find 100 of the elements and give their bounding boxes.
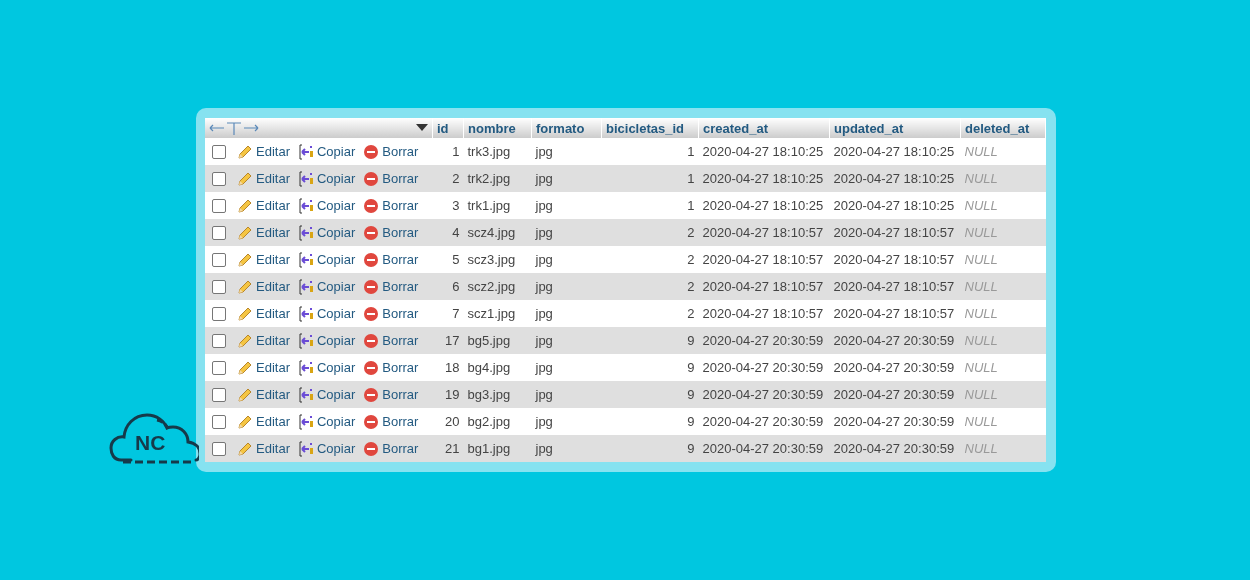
column-header[interactable]: formato bbox=[531, 118, 602, 138]
delete-link[interactable]: Borrar bbox=[363, 305, 419, 322]
delete-icon bbox=[363, 143, 380, 160]
table-cell: bg1.jpg bbox=[463, 435, 532, 462]
edit-link[interactable]: Editar bbox=[237, 305, 290, 322]
table-cell: bg2.jpg bbox=[463, 408, 532, 435]
table-cell: 2020-04-27 18:10:25 bbox=[698, 192, 830, 219]
row-checkbox[interactable] bbox=[212, 199, 226, 214]
insert-arrow-icon bbox=[297, 197, 314, 214]
copy-link[interactable]: Copiar bbox=[297, 413, 356, 430]
delete-link[interactable]: Borrar bbox=[363, 413, 419, 430]
table-cell: scz4.jpg bbox=[463, 219, 532, 246]
table-cell: 2 bbox=[432, 165, 464, 192]
row-checkbox[interactable] bbox=[212, 415, 226, 430]
table-cell: NULL bbox=[960, 408, 1046, 435]
delete-link[interactable]: Borrar bbox=[363, 143, 419, 160]
table-cell: 1 bbox=[601, 165, 699, 192]
delete-link[interactable]: Borrar bbox=[363, 251, 419, 268]
table-cell: scz1.jpg bbox=[463, 300, 532, 327]
column-header[interactable]: updated_at bbox=[829, 118, 961, 138]
delete-icon bbox=[363, 251, 380, 268]
delete-icon bbox=[363, 197, 380, 214]
column-header[interactable]: id bbox=[432, 118, 464, 138]
delete-link[interactable]: Borrar bbox=[363, 224, 419, 241]
copy-link[interactable]: Copiar bbox=[297, 197, 356, 214]
edit-link[interactable]: Editar bbox=[237, 224, 290, 241]
delete-link[interactable]: Borrar bbox=[363, 278, 419, 295]
row-checkbox[interactable] bbox=[212, 145, 226, 160]
table-cell: 1 bbox=[601, 138, 699, 165]
table-cell: jpg bbox=[531, 246, 602, 273]
insert-arrow-icon bbox=[297, 440, 314, 457]
row-checkbox[interactable] bbox=[212, 442, 226, 457]
copy-link[interactable]: Copiar bbox=[297, 440, 356, 457]
delete-link[interactable]: Borrar bbox=[363, 170, 419, 187]
row-checkbox[interactable] bbox=[212, 334, 226, 349]
row-checkbox[interactable] bbox=[212, 253, 226, 268]
edit-link[interactable]: Editar bbox=[237, 251, 290, 268]
copy-link[interactable]: Copiar bbox=[297, 359, 356, 376]
edit-link[interactable]: Editar bbox=[237, 170, 290, 187]
copy-link[interactable]: Copiar bbox=[297, 170, 356, 187]
table-cell: NULL bbox=[960, 273, 1046, 300]
insert-arrow-icon bbox=[297, 386, 314, 403]
delete-link[interactable]: Borrar bbox=[363, 359, 419, 376]
delete-icon bbox=[363, 413, 380, 430]
edit-link[interactable]: Editar bbox=[237, 386, 290, 403]
table-cell: jpg bbox=[531, 381, 602, 408]
copy-link[interactable]: Copiar bbox=[297, 143, 356, 160]
row-checkbox[interactable] bbox=[212, 388, 226, 403]
edit-link[interactable]: Editar bbox=[237, 197, 290, 214]
row-checkbox[interactable] bbox=[212, 226, 226, 241]
edit-link[interactable]: Editar bbox=[237, 440, 290, 457]
edit-link[interactable]: Editar bbox=[237, 332, 290, 349]
copy-link[interactable]: Copiar bbox=[297, 305, 356, 322]
table-cell: 3 bbox=[432, 192, 464, 219]
copy-link[interactable]: Copiar bbox=[297, 224, 356, 241]
row-checkbox[interactable] bbox=[212, 361, 226, 376]
table-cell: NULL bbox=[960, 327, 1046, 354]
column-resize-icon[interactable] bbox=[209, 120, 259, 136]
column-header[interactable]: nombre bbox=[463, 118, 532, 138]
delete-link[interactable]: Borrar bbox=[363, 197, 419, 214]
table-cell: 9 bbox=[601, 435, 699, 462]
row-checkbox[interactable] bbox=[212, 172, 226, 187]
column-header[interactable]: created_at bbox=[698, 118, 830, 138]
table-cell: 9 bbox=[601, 381, 699, 408]
copy-link[interactable]: Copiar bbox=[297, 386, 356, 403]
table-cell: trk1.jpg bbox=[463, 192, 532, 219]
column-header[interactable]: deleted_at bbox=[960, 118, 1046, 138]
pencil-icon bbox=[237, 386, 253, 403]
table-cell: NULL bbox=[960, 192, 1046, 219]
column-header[interactable]: bicicletas_id bbox=[601, 118, 699, 138]
copy-link[interactable]: Copiar bbox=[297, 278, 356, 295]
table-cell: bg3.jpg bbox=[463, 381, 532, 408]
row-checkbox[interactable] bbox=[212, 280, 226, 295]
table-cell: jpg bbox=[531, 192, 602, 219]
copy-link[interactable]: Copiar bbox=[297, 332, 356, 349]
delete-link[interactable]: Borrar bbox=[363, 440, 419, 457]
table-cell: bg5.jpg bbox=[463, 327, 532, 354]
edit-link[interactable]: Editar bbox=[237, 413, 290, 430]
row-checkbox[interactable] bbox=[212, 307, 226, 322]
insert-arrow-icon bbox=[297, 413, 314, 430]
insert-arrow-icon bbox=[297, 170, 314, 187]
table-cell: 2 bbox=[601, 219, 699, 246]
edit-link[interactable]: Editar bbox=[237, 143, 290, 160]
edit-link[interactable]: Editar bbox=[237, 359, 290, 376]
table-cell: 2020-04-27 20:30:59 bbox=[698, 408, 830, 435]
table-cell: 2020-04-27 18:10:57 bbox=[698, 219, 830, 246]
delete-link[interactable]: Borrar bbox=[363, 386, 419, 403]
pencil-icon bbox=[237, 359, 253, 376]
copy-link[interactable]: Copiar bbox=[297, 251, 356, 268]
table-cell: 2020-04-27 20:30:59 bbox=[829, 435, 961, 462]
table-cell: jpg bbox=[531, 165, 602, 192]
table-cell: 21 bbox=[432, 435, 464, 462]
insert-arrow-icon bbox=[297, 143, 314, 160]
delete-icon bbox=[363, 332, 380, 349]
edit-link[interactable]: Editar bbox=[237, 278, 290, 295]
table-cell: 2020-04-27 18:10:57 bbox=[698, 246, 830, 273]
dropdown-triangle-icon[interactable] bbox=[416, 124, 428, 132]
delete-link[interactable]: Borrar bbox=[363, 332, 419, 349]
cloud-logo: NC bbox=[109, 408, 199, 466]
table-cell: 20 bbox=[432, 408, 464, 435]
